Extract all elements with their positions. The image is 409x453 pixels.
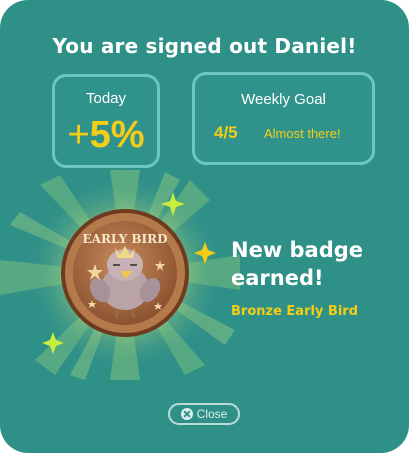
badge-headline-text: New badge earned! [231, 238, 364, 290]
today-value: +5% [55, 113, 157, 157]
early-bird-medal: EARLY BIRD [0, 170, 240, 380]
close-button-label: Close [196, 407, 228, 421]
weekly-goal-count: 4/5 [214, 123, 238, 142]
today-percent: 5% [89, 114, 145, 156]
today-label: Today [85, 90, 127, 107]
medal-text: EARLY BIRD [83, 232, 168, 246]
today-sign: + [67, 114, 90, 156]
weekly-goal-box: Weekly Goal 4/5 Almost there! [192, 72, 375, 165]
page-title: You are signed out Daniel! [52, 34, 357, 58]
badge-name: Bronze Early Bird [231, 304, 359, 319]
weekly-goal-label: Weekly Goal [241, 91, 326, 108]
today-stat-box: Today +5% [52, 74, 160, 168]
badge-headline: New badge earned! [231, 236, 381, 292]
close-icon [180, 408, 193, 420]
signed-out-card: You are signed out Daniel! Today +5% Wee… [0, 0, 409, 453]
close-button[interactable]: Close [168, 403, 240, 425]
weekly-goal-note: Almost there! [264, 126, 341, 141]
